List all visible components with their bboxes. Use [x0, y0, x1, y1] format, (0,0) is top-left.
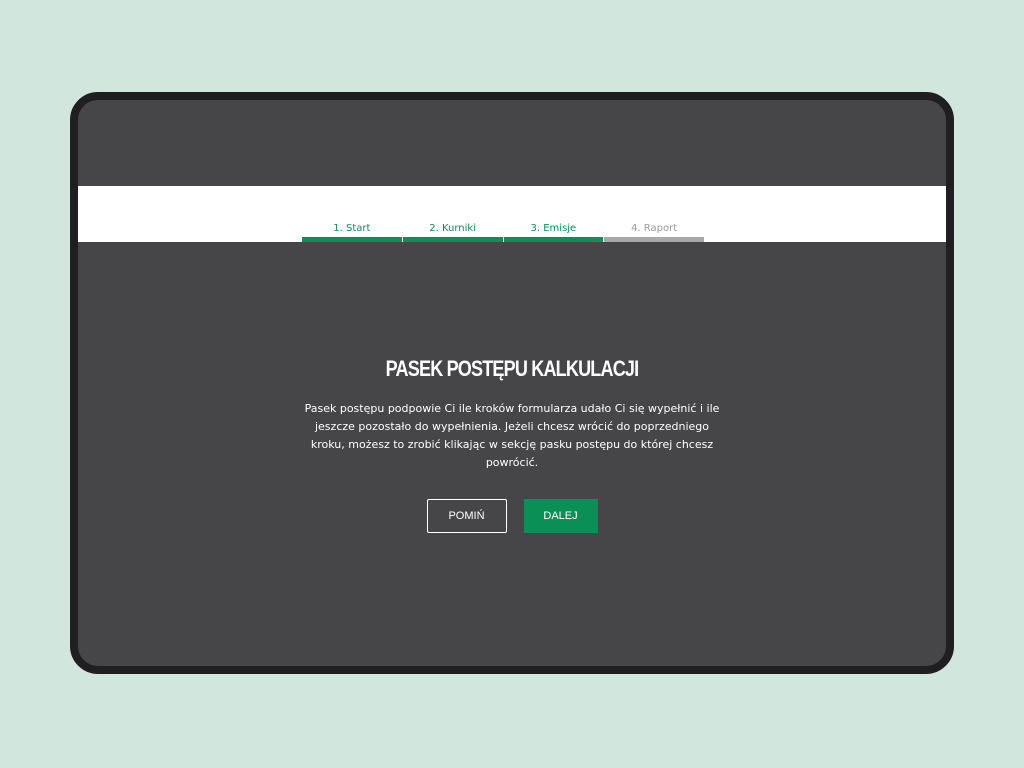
- progress-step-start[interactable]: 1. Start: [302, 186, 402, 242]
- onboarding-tooltip: PASEK POSTĘPU KALKULACJI Pasek postępu p…: [78, 357, 946, 533]
- onboarding-actions: POMIŃ DALEJ: [78, 499, 946, 533]
- progress-step-bar: [503, 237, 604, 242]
- progress-step-bar: [302, 237, 402, 242]
- device-frame: 1. Start 2. Kurniki 3. Emisje 4. Raport …: [70, 92, 954, 674]
- next-button[interactable]: DALEJ: [523, 499, 598, 533]
- onboarding-title: PASEK POSTĘPU KALKULACJI: [385, 356, 639, 381]
- progress-step-label: 2. Kurniki: [429, 223, 476, 234]
- progress-step-bar: [402, 237, 503, 242]
- skip-button[interactable]: POMIŃ: [426, 499, 507, 533]
- progress-step-bar: [604, 237, 704, 242]
- onboarding-description: Pasek postępu podpowie Ci ile kroków for…: [304, 402, 720, 469]
- progress-step-label: 4. Raport: [631, 223, 678, 234]
- progress-steps: 1. Start 2. Kurniki 3. Emisje 4. Raport: [302, 186, 704, 242]
- progress-step-kurniki[interactable]: 2. Kurniki: [402, 186, 503, 242]
- progress-step-emisje[interactable]: 3. Emisje: [503, 186, 604, 242]
- progress-step-label: 1. Start: [333, 223, 371, 234]
- progress-step-label: 3. Emisje: [530, 223, 577, 234]
- progress-step-raport[interactable]: 4. Raport: [604, 186, 704, 242]
- progress-bar-area: 1. Start 2. Kurniki 3. Emisje 4. Raport: [78, 186, 946, 242]
